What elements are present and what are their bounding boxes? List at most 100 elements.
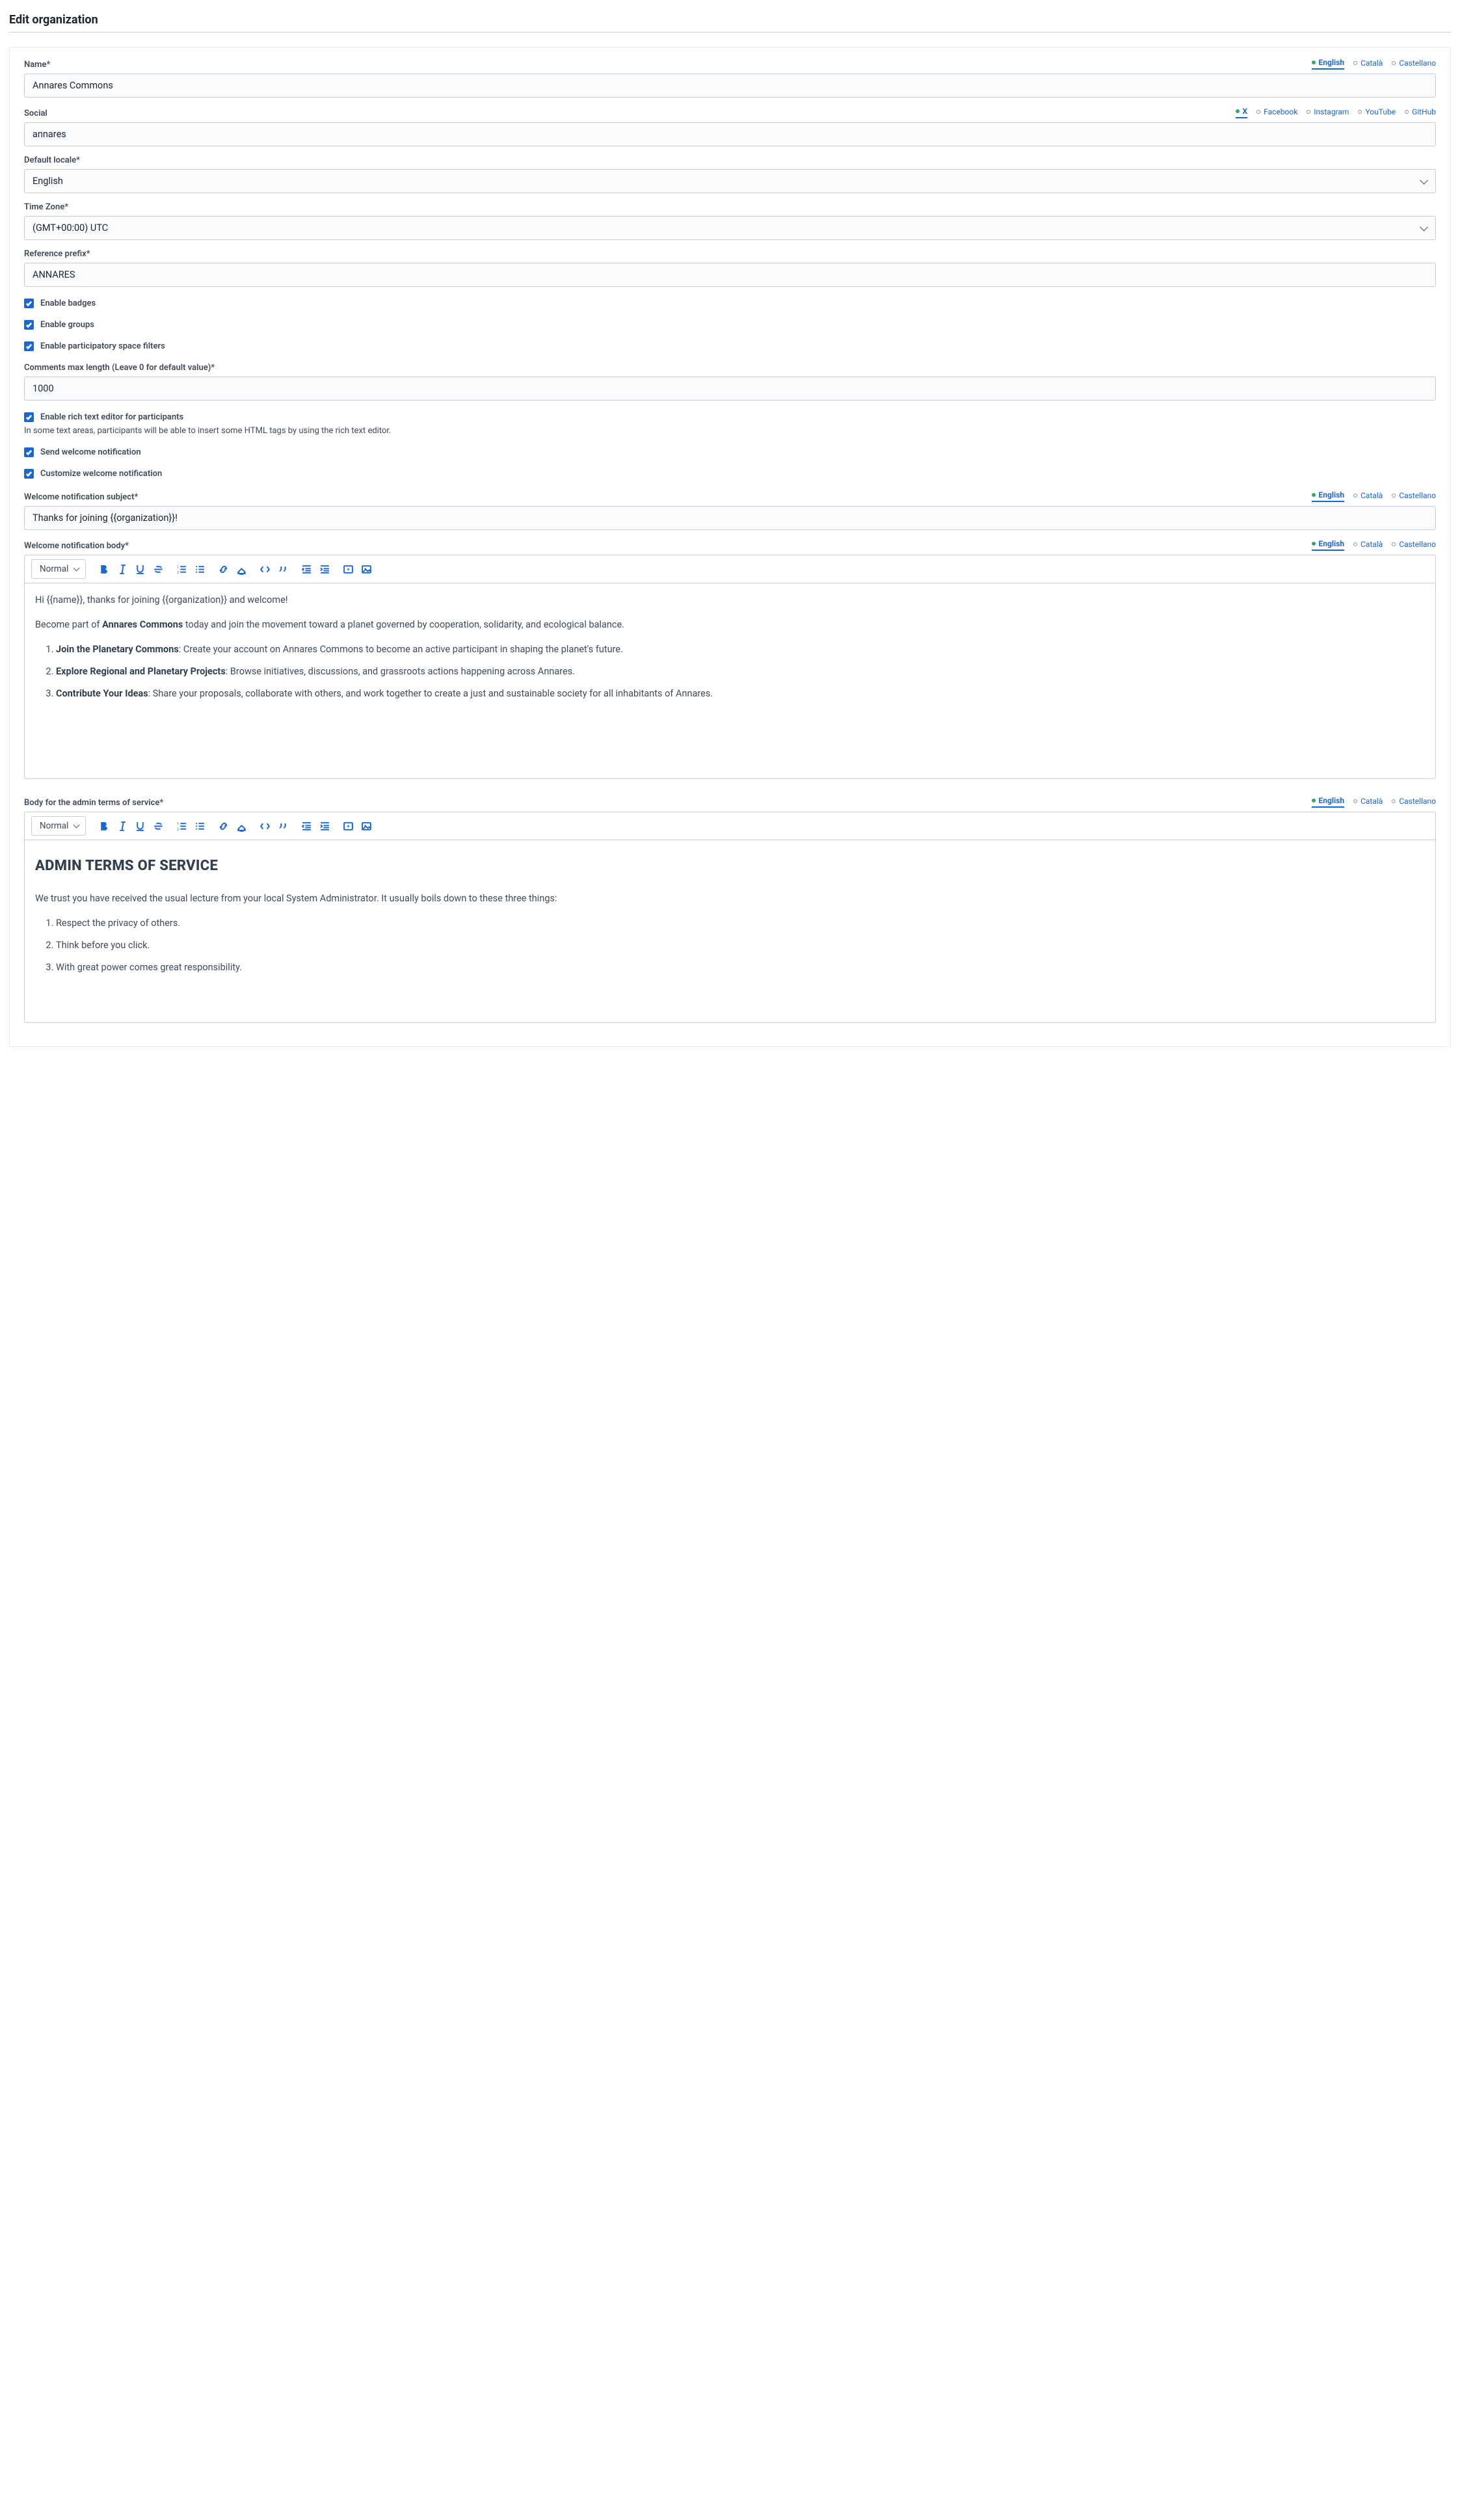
status-dot: [1392, 799, 1396, 803]
strike-icon[interactable]: [152, 820, 164, 832]
chk-groups[interactable]: Enable groups: [24, 320, 1436, 330]
social-input[interactable]: [24, 122, 1436, 146]
tab-english[interactable]: English: [1312, 58, 1345, 70]
video-icon[interactable]: [342, 820, 354, 832]
status-dot: [1353, 542, 1357, 546]
tab-castellano[interactable]: Castellano: [1392, 797, 1436, 807]
status-dot: [1312, 493, 1316, 497]
svg-text:1: 1: [177, 822, 179, 826]
checkbox-icon: [24, 447, 34, 457]
image-icon[interactable]: [360, 820, 372, 832]
tab-castellano[interactable]: Castellano: [1392, 491, 1436, 501]
tab-english[interactable]: English: [1312, 539, 1345, 551]
chk-richtext[interactable]: Enable rich text editor for participants: [24, 412, 1436, 422]
erase-icon[interactable]: [235, 820, 247, 832]
heading-select[interactable]: Normal: [31, 559, 86, 579]
checkbox-icon: [24, 469, 34, 479]
tab-github[interactable]: GitHub: [1405, 107, 1436, 118]
label-welcome-body: Welcome notification body*: [24, 541, 129, 551]
indent-icon[interactable]: [319, 820, 330, 832]
tab-x[interactable]: X: [1236, 107, 1248, 118]
chk-custom-welcome[interactable]: Customize welcome notification: [24, 469, 1436, 479]
bold-icon[interactable]: [98, 563, 109, 575]
field-name: Name* English Català Castellano: [24, 58, 1436, 98]
field-admin-tos: Body for the admin terms of service* Eng…: [24, 796, 1436, 1023]
welcome-list: Join the Planetary Commons: Create your …: [35, 642, 1425, 702]
heading-select[interactable]: Normal: [31, 816, 86, 836]
outdent-icon[interactable]: [300, 820, 312, 832]
tab-english[interactable]: English: [1312, 490, 1345, 502]
admin-tos-content[interactable]: ADMIN TERMS OF SERVICE We trust you have…: [25, 840, 1435, 1022]
form-card: Name* EnglishCatalàCastellano Social XFa…: [9, 47, 1451, 1047]
social-tabs: X Facebook Instagram YouTube GitHub: [1236, 107, 1436, 118]
outdent-icon[interactable]: [300, 563, 312, 575]
editor-toolbar: Normal 12: [25, 812, 1435, 840]
label-refprefix: Reference prefix*: [24, 249, 90, 259]
indent-icon[interactable]: [319, 563, 330, 575]
tab-català[interactable]: Català: [1353, 797, 1383, 807]
welcome-body-editor: Normal 12 Hi {{name}}, thanks for joining…: [24, 555, 1436, 779]
welcome-intro: Hi {{name}}, thanks for joining {{organi…: [35, 592, 1425, 608]
status-dot: [1392, 61, 1396, 65]
underline-icon[interactable]: [134, 563, 146, 575]
code-icon[interactable]: [259, 563, 271, 575]
status-dot: [1405, 110, 1409, 114]
comments-max-input[interactable]: [24, 377, 1436, 401]
status-dot: [1307, 110, 1310, 114]
label-name: Name*: [24, 60, 50, 70]
checkbox-icon: [24, 412, 34, 422]
bold-icon[interactable]: [98, 820, 109, 832]
quote-icon[interactable]: [277, 563, 289, 575]
erase-icon[interactable]: [235, 563, 247, 575]
welcome-body-content[interactable]: Hi {{name}}, thanks for joining {{organi…: [25, 583, 1435, 778]
tab-facebook[interactable]: Facebook: [1256, 107, 1297, 118]
status-dot: [1312, 799, 1316, 802]
list-item: Explore Regional and Planetary Projects:…: [56, 664, 1425, 680]
italic-icon[interactable]: [116, 563, 127, 575]
link-icon[interactable]: [217, 563, 229, 575]
list-item: With great power comes great responsibil…: [56, 960, 1425, 975]
lang-tabs-name: English Català Castellano: [1312, 58, 1436, 70]
tab-català[interactable]: Català: [1353, 491, 1383, 501]
tab-english[interactable]: English: [1312, 796, 1345, 808]
tab-castellano[interactable]: Castellano: [1392, 59, 1436, 69]
tab-castellano[interactable]: Castellano: [1392, 540, 1436, 550]
strike-icon[interactable]: [152, 563, 164, 575]
tab-català[interactable]: Català: [1353, 540, 1383, 550]
image-icon[interactable]: [360, 563, 372, 575]
svg-text:2: 2: [177, 827, 179, 831]
ordered-list-icon[interactable]: 12: [176, 820, 187, 832]
refprefix-input[interactable]: [24, 263, 1436, 287]
status-dot: [1312, 542, 1316, 546]
bullet-list-icon[interactable]: [194, 563, 206, 575]
label-timezone: Time Zone*: [24, 202, 68, 212]
status-dot: [1358, 110, 1362, 114]
status-dot: [1353, 61, 1357, 65]
tab-instagram[interactable]: Instagram: [1307, 107, 1349, 118]
italic-icon[interactable]: [116, 820, 127, 832]
tab-català[interactable]: Català: [1353, 59, 1383, 69]
status-dot: [1236, 109, 1240, 113]
lang-tabs-subject: English Català Castellano: [1312, 490, 1436, 502]
checkbox-icon: [24, 320, 34, 330]
link-icon[interactable]: [217, 820, 229, 832]
chk-filters[interactable]: Enable participatory space filters: [24, 341, 1436, 351]
video-icon[interactable]: [342, 563, 354, 575]
field-refprefix: Reference prefix*: [24, 249, 1436, 287]
tos-intro: We trust you have received the usual lec…: [35, 891, 1425, 907]
code-icon[interactable]: [259, 820, 271, 832]
status-dot: [1312, 60, 1316, 64]
label-admin-tos: Body for the admin terms of service*: [24, 798, 163, 808]
timezone-select[interactable]: (GMT+00:00) UTC: [24, 216, 1436, 240]
ordered-list-icon[interactable]: 12: [176, 563, 187, 575]
tab-youtube[interactable]: YouTube: [1358, 107, 1396, 118]
locale-select[interactable]: English: [24, 169, 1436, 193]
chk-badges[interactable]: Enable badges: [24, 298, 1436, 308]
underline-icon[interactable]: [134, 820, 146, 832]
chk-send-welcome[interactable]: Send welcome notification: [24, 447, 1436, 457]
welcome-subject-input[interactable]: [24, 506, 1436, 530]
status-dot: [1353, 494, 1357, 497]
bullet-list-icon[interactable]: [194, 820, 206, 832]
quote-icon[interactable]: [277, 820, 289, 832]
name-input[interactable]: [24, 73, 1436, 98]
